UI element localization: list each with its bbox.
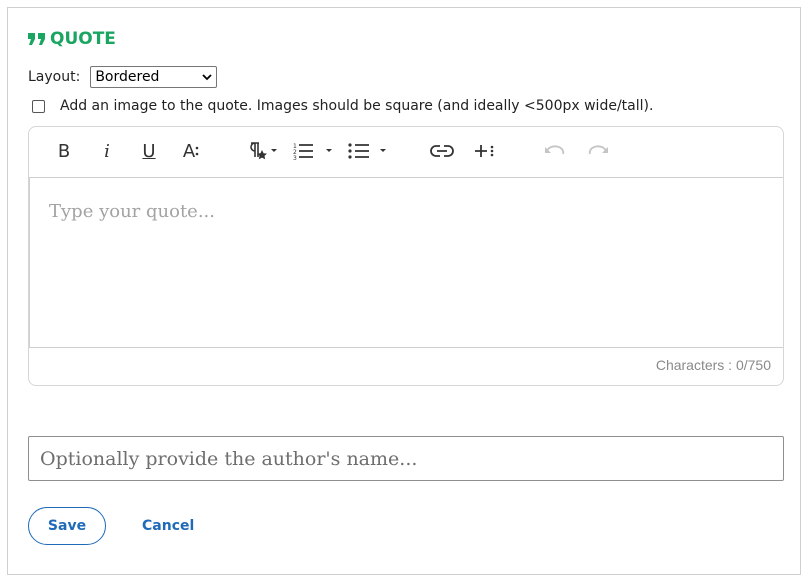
layout-row: Layout: Bordered [28, 66, 218, 88]
paragraph-format-button[interactable] [244, 139, 280, 163]
undo-icon [545, 145, 565, 155]
font-size-button[interactable]: A [179, 139, 203, 163]
ordered-list-icon: 1 2 3 [293, 143, 332, 161]
quote-panel: QUOTE Layout: Bordered Add an image to t… [7, 7, 801, 575]
image-option-row: Add an image to the quote. Images should… [32, 98, 653, 114]
italic-icon: i [104, 140, 110, 162]
author-name-input[interactable] [28, 436, 784, 481]
section-title: QUOTE [50, 29, 116, 49]
bold-button[interactable]: B [54, 139, 74, 163]
underline-button[interactable]: U [138, 139, 160, 163]
font-size-icon: A [182, 140, 196, 162]
editor-toolbar: B i U A 1 2 3 [29, 127, 783, 177]
redo-icon [588, 145, 608, 155]
unordered-list-button[interactable] [346, 139, 394, 163]
save-button[interactable]: Save [28, 507, 106, 545]
chevron-down-icon [202, 73, 212, 80]
more-icon [475, 145, 494, 157]
ordered-list-button[interactable]: 1 2 3 [291, 139, 339, 163]
more-button[interactable] [473, 139, 497, 163]
add-image-label: Add an image to the quote. Images should… [60, 98, 654, 114]
unordered-list-icon [348, 143, 386, 159]
add-image-checkbox[interactable] [32, 99, 45, 113]
cancel-button[interactable]: Cancel [142, 518, 194, 534]
section-heading: QUOTE [28, 29, 116, 49]
link-icon [430, 145, 454, 157]
quote-placeholder: Type your quote... [49, 201, 215, 222]
layout-select-value: Bordered [95, 69, 160, 85]
undo-button[interactable] [544, 139, 566, 163]
layout-label: Layout: [28, 69, 81, 85]
quote-icon [28, 33, 45, 45]
layout-select[interactable]: Bordered [90, 66, 218, 88]
underline-icon: U [142, 140, 156, 162]
redo-button[interactable] [587, 139, 609, 163]
link-button[interactable] [429, 139, 455, 163]
quote-text-area[interactable]: Type your quote... [29, 177, 783, 348]
svg-text:3: 3 [293, 155, 297, 161]
italic-button[interactable]: i [97, 139, 117, 163]
bold-icon: B [57, 140, 71, 162]
paragraph-format-icon [250, 142, 277, 160]
more-dots-icon [195, 146, 199, 156]
quote-editor: B i U A 1 2 3 Type your quote... Charact… [28, 126, 784, 386]
character-counter: Characters : 0/750 [655, 357, 771, 373]
